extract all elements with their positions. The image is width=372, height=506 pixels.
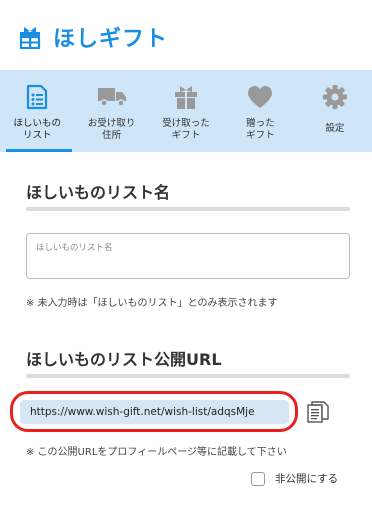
tab-received-gifts-label: 受け取った ギフト — [162, 118, 210, 141]
app-logo[interactable]: ほしギフト — [19, 21, 168, 53]
public-url-note: ※ この公開URLをプロフィールページ等に記載して下さい — [26, 447, 287, 458]
list-name-note: ※ 未入力時は「ほしいものリスト」とのみ表示されます — [26, 298, 278, 309]
private-checkbox[interactable] — [251, 471, 265, 486]
tab-settings[interactable]: 設定 — [298, 70, 372, 152]
private-toggle[interactable]: 非公開にする — [251, 471, 338, 486]
main-nav: ほしいもの リスト お受け取り 住所 受け取った ギフト 贈った ギフト 設定 — [0, 70, 372, 152]
list-document-icon — [22, 83, 52, 111]
tab-wishlist-label: ほしいもの リスト — [13, 118, 61, 141]
tab-address-label: お受け取り 住所 — [87, 118, 136, 141]
active-tab-indicator — [6, 149, 73, 152]
list-name-heading: ほしいものリスト名 — [26, 183, 171, 202]
public-url-heading: ほしいものリスト公開URL — [26, 350, 222, 369]
gift-box-icon — [171, 83, 201, 111]
gear-icon — [320, 83, 350, 111]
tab-sent-gifts-label: 贈った ギフト — [246, 118, 275, 141]
delivery-truck-icon — [97, 83, 127, 111]
section-divider — [26, 207, 350, 211]
tab-address[interactable]: お受け取り 住所 — [74, 70, 148, 152]
public-url-field[interactable]: https://www.wish-gift.net/wish-list/adqs… — [20, 400, 289, 424]
app-title: ほしギフト — [53, 27, 169, 52]
tab-wishlist[interactable]: ほしいもの リスト — [0, 70, 74, 152]
tab-received-gifts[interactable]: 受け取った ギフト — [149, 70, 223, 152]
section-divider — [26, 374, 350, 378]
heart-icon — [245, 83, 275, 111]
tab-sent-gifts[interactable]: 贈った ギフト — [223, 70, 297, 152]
list-name-placeholder: ほしいものリスト名 — [36, 243, 113, 253]
app-header: ほしギフト — [0, 0, 372, 70]
tab-settings-label: 設定 — [325, 123, 345, 134]
list-name-input[interactable]: ほしいものリスト名 — [26, 233, 350, 279]
gift-logo-icon — [19, 27, 41, 49]
copy-icon[interactable] — [306, 400, 330, 424]
private-checkbox-label: 非公開にする — [275, 473, 339, 485]
